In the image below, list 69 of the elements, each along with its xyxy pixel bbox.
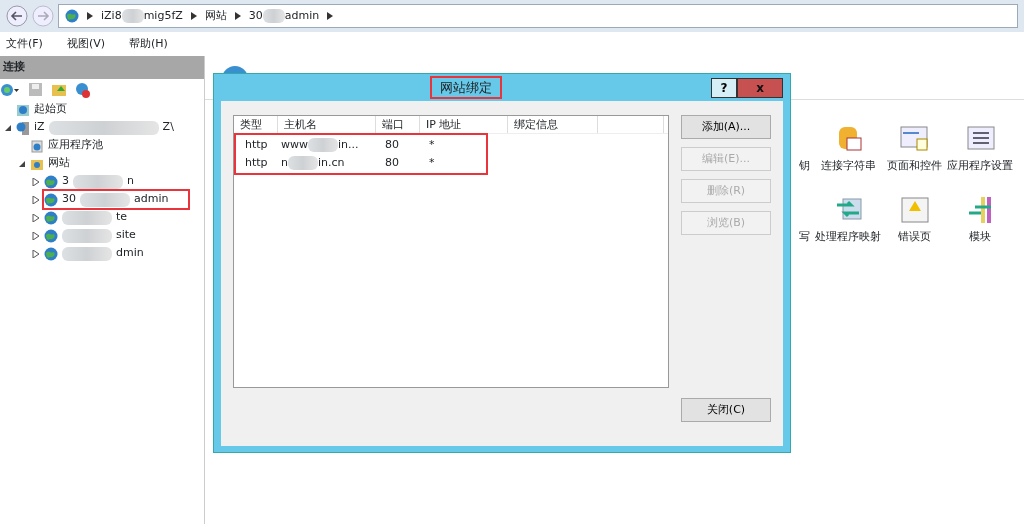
table-cell-text: * [428, 136, 436, 153]
tree-item[interactable]: admin [134, 191, 169, 208]
menu-item[interactable]: 帮助(H) [129, 36, 168, 52]
menu-item[interactable]: 文件(F) [6, 36, 43, 52]
globe-icon [44, 210, 58, 225]
menu-item[interactable]: 视图(V) [66, 36, 106, 52]
folder-icon[interactable] [51, 82, 67, 97]
globe-icon [44, 192, 58, 207]
breadcrumb-text[interactable]: mig5fZ [143, 7, 183, 25]
dialog-button[interactable]: 添加(A)... [681, 115, 771, 139]
feature-label[interactable]: 应用程序设置 [947, 158, 1013, 173]
tree-item[interactable]: 起始页 [34, 101, 67, 118]
table-cell-text: n [281, 154, 288, 171]
chevron-icon[interactable] [87, 12, 93, 20]
table-cell-text: http [244, 154, 269, 171]
tree-item[interactable]: Z\ [162, 119, 174, 136]
close-button[interactable]: x [737, 77, 783, 98]
table-cell-text: in... [338, 136, 359, 153]
tree-item[interactable]: 应用程序池 [48, 137, 103, 154]
table-cell-text: www [281, 136, 308, 153]
feature-label[interactable]: 处理程序映射 [815, 229, 881, 244]
pane-title: 连接 [0, 56, 204, 79]
tree-item[interactable]: 网站 [48, 155, 70, 172]
tree-item[interactable]: dmin [116, 245, 144, 262]
feature-label[interactable]: 错误页 [897, 229, 931, 244]
table-cell-text: http [244, 136, 269, 153]
feature-label[interactable]: 模块 [969, 229, 991, 244]
chevron-icon[interactable] [234, 12, 241, 20]
tree-item[interactable]: n [127, 173, 134, 190]
tree-item[interactable]: te [116, 209, 128, 226]
chevron-icon[interactable] [327, 12, 334, 20]
column-header[interactable]: 类型 [234, 116, 278, 133]
expander-icon[interactable] [4, 123, 12, 132]
table-cell-text: * [428, 154, 436, 171]
blurred-text [288, 156, 318, 170]
expander-icon[interactable] [18, 159, 26, 168]
column-header[interactable]: 主机名 [278, 116, 376, 133]
table-cell-text: 80 [384, 154, 400, 171]
column-header[interactable]: IP 地址 [420, 116, 508, 133]
address-bar[interactable]: iZi8 mig5fZ 网站 30 admin [58, 4, 1018, 28]
column-header[interactable]: 绑定信息 [508, 116, 598, 133]
breadcrumb-text[interactable]: 30 [248, 7, 263, 25]
disconnect-icon[interactable] [75, 81, 91, 98]
chevron-icon[interactable] [190, 12, 197, 20]
back-button[interactable] [6, 5, 28, 27]
breadcrumb-text[interactable]: iZi8 [101, 7, 122, 25]
window-icon[interactable] [899, 124, 929, 154]
globe-icon [44, 228, 58, 243]
globe-icon [65, 9, 79, 23]
table-cell-text: 80 [384, 136, 400, 153]
tree-item[interactable]: iZ [34, 119, 45, 136]
dialog-title: 网站绑定 [432, 77, 500, 98]
column-header[interactable]: 端口 [376, 116, 420, 133]
tree-item[interactable]: site [116, 227, 136, 244]
feature-label[interactable]: 钥 [798, 158, 810, 173]
globe-icon [44, 246, 58, 261]
blurred-text [308, 138, 338, 152]
close-button[interactable]: 关闭(C) [681, 398, 771, 422]
help-button[interactable]: ? [711, 77, 737, 98]
feature-label[interactable]: 页面和控件 [886, 158, 942, 173]
tree-item[interactable]: 30 [62, 191, 76, 208]
breadcrumb-text[interactable]: 网站 [204, 7, 227, 25]
table-cell-text: in.cn [318, 154, 345, 171]
globe-icon [44, 174, 58, 189]
feature-label[interactable]: 写 [798, 229, 810, 244]
connect-icon[interactable] [0, 81, 20, 98]
tree-item[interactable]: 3 [62, 173, 69, 190]
breadcrumb-text[interactable]: admin [284, 7, 320, 25]
feature-label[interactable]: 连接字符串 [820, 158, 876, 173]
